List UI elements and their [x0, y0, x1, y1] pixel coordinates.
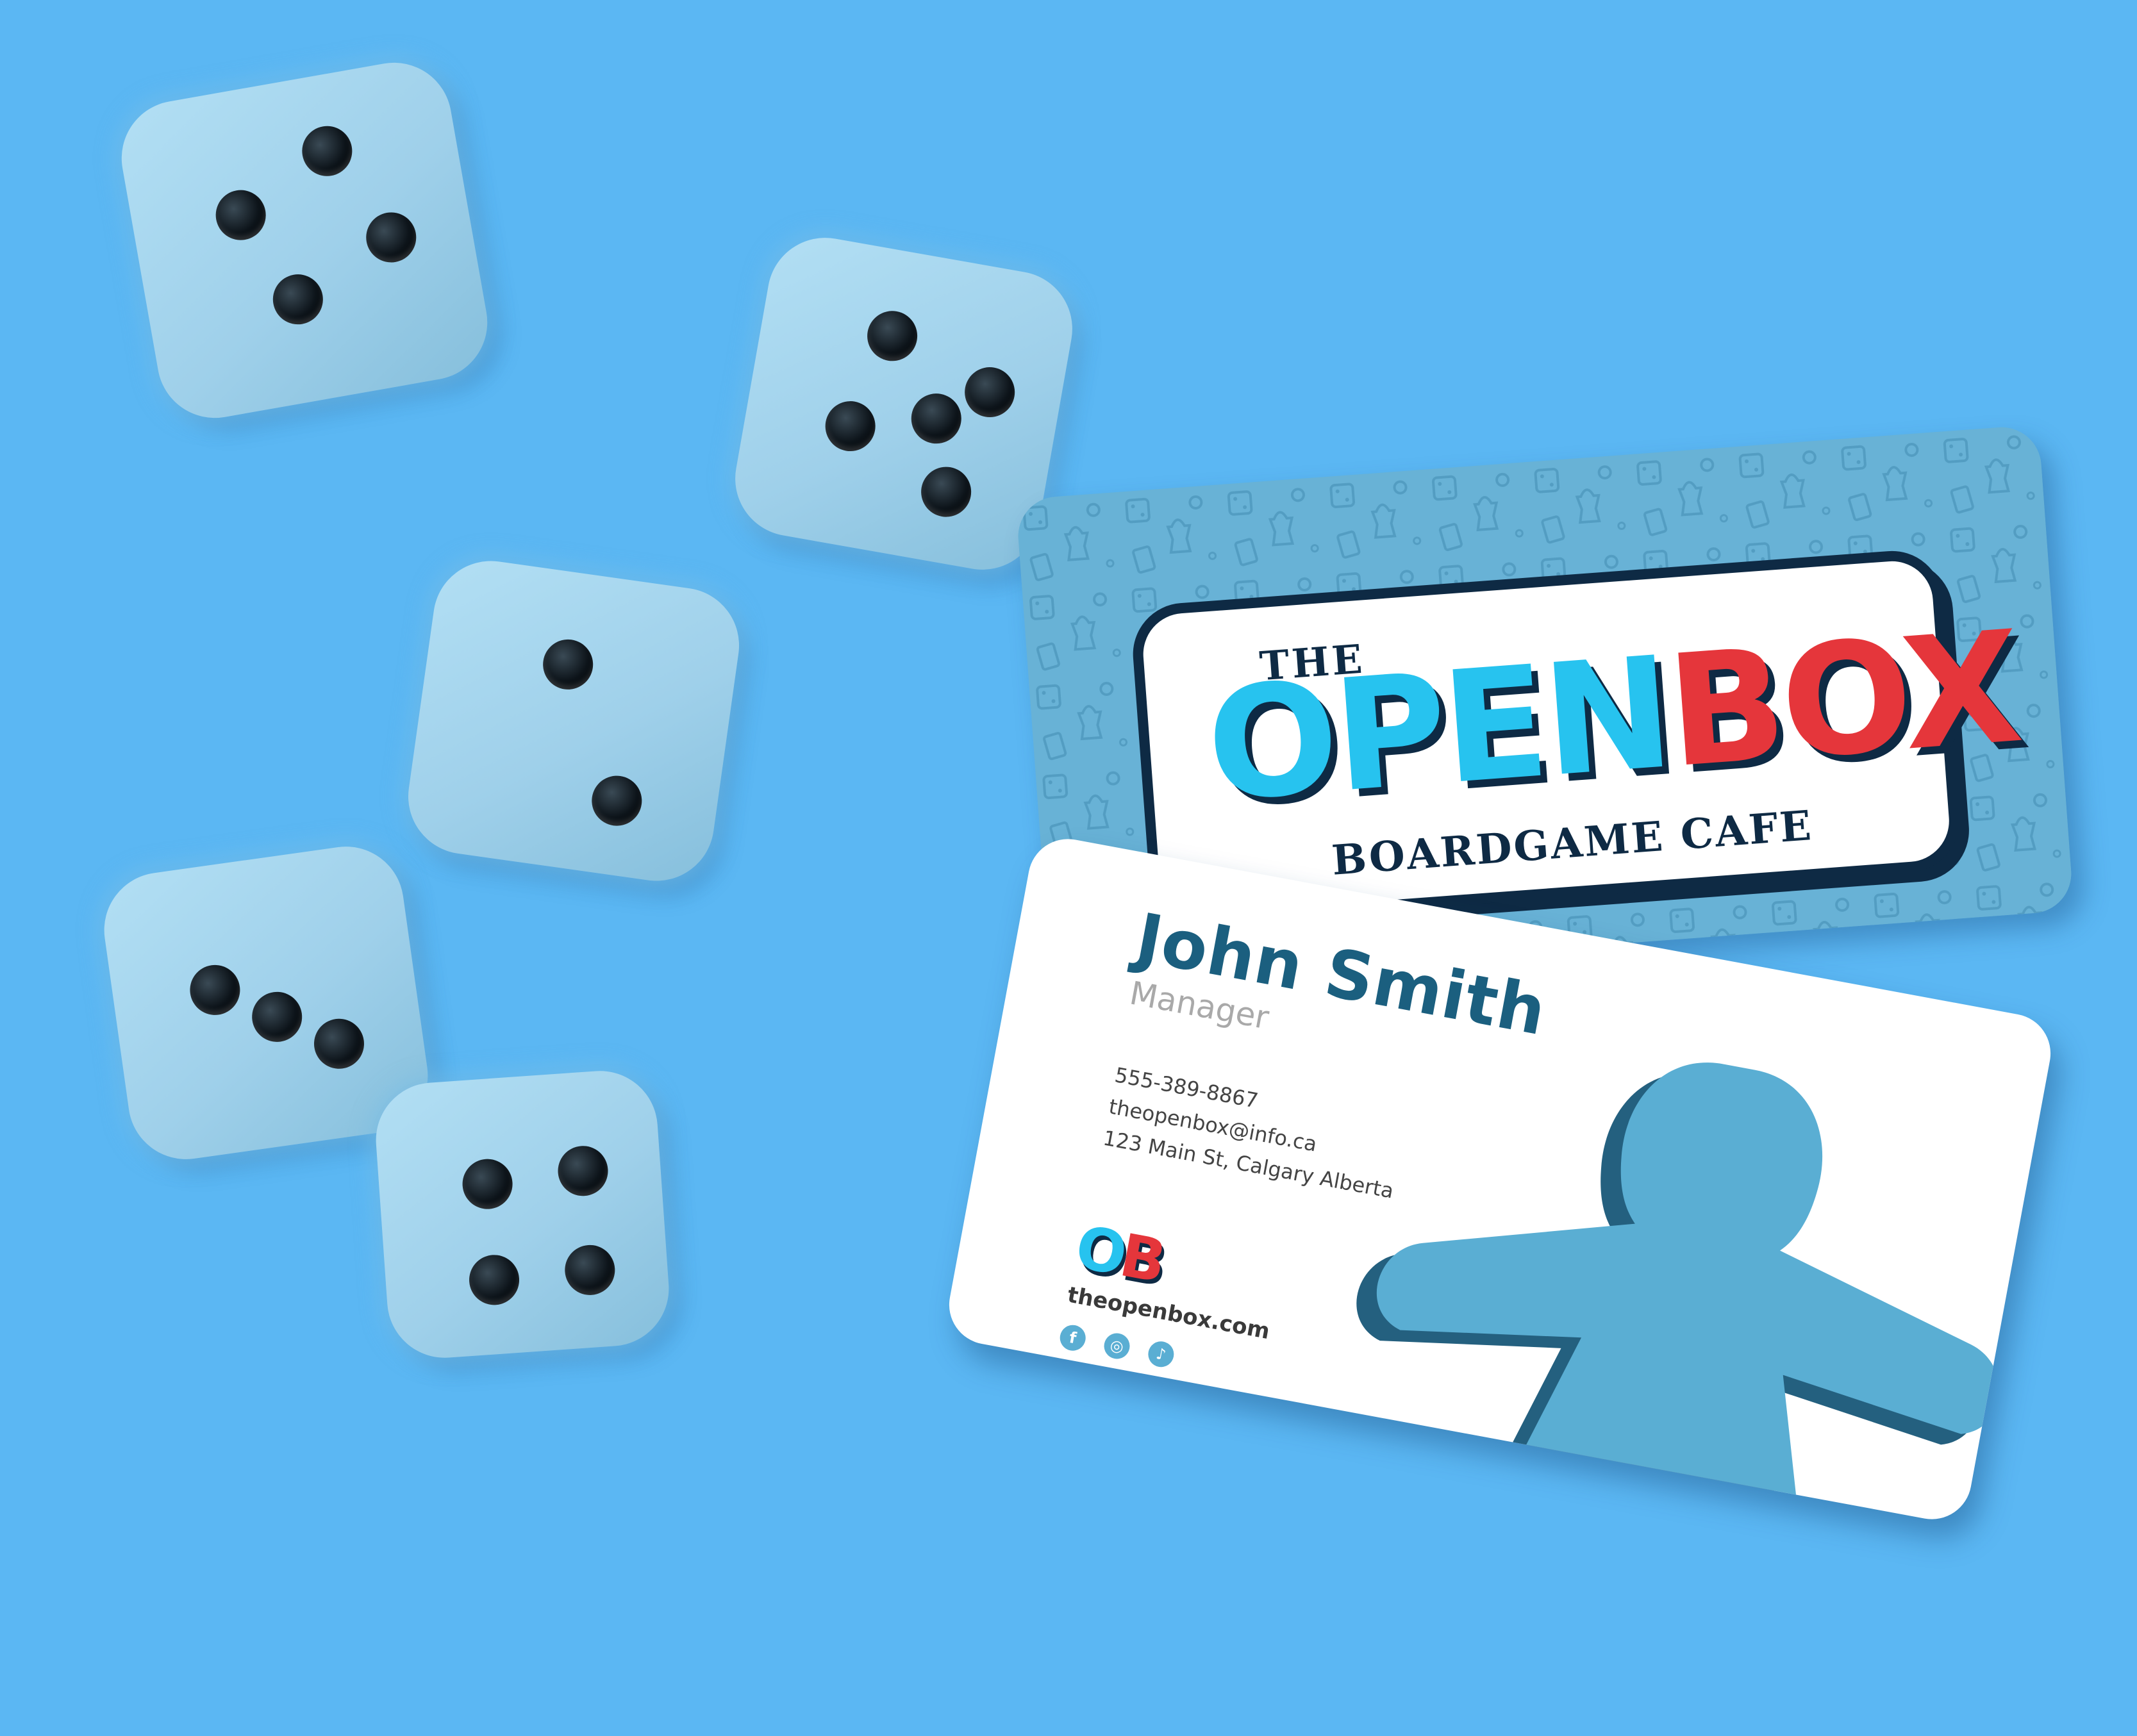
die-pip [269, 270, 328, 329]
die-pip [960, 363, 1019, 422]
die-pip [907, 389, 965, 448]
die-four-top-left [112, 53, 497, 427]
ob-logo: OB [1070, 1212, 1167, 1295]
die-pip [821, 397, 879, 456]
die-pip [362, 208, 420, 267]
logo-open-text: OPEN [1201, 623, 1676, 836]
facebook-icon: f [1058, 1323, 1088, 1353]
instagram-icon: ◎ [1102, 1331, 1132, 1361]
website-text: theopenbox.com [1065, 1282, 1272, 1345]
die-pip [563, 1243, 617, 1297]
meeple-figure [1356, 1062, 2000, 1526]
logo-box-text: BOX [1661, 597, 2024, 802]
photo-scene: THE OPENBOX BOARDGAME CAFE John Smith Ma… [0, 0, 2137, 1736]
die-pip [863, 307, 922, 365]
die-pip [556, 1144, 610, 1198]
die-pip [460, 1157, 515, 1211]
die-pip [467, 1253, 521, 1307]
tiktok-icon: ♪ [1146, 1339, 1176, 1369]
contact-name: John Smith [1130, 898, 1552, 1051]
die-pip [212, 186, 270, 244]
die-pip [298, 122, 356, 180]
die-pip [187, 961, 244, 1018]
die-pip [540, 636, 597, 693]
die-four-bottom [372, 1067, 673, 1362]
die-pip [917, 463, 976, 521]
die-pip [249, 988, 306, 1045]
die-pip [310, 1015, 368, 1072]
die-two-middle [401, 553, 747, 889]
die-pip [588, 772, 645, 829]
business-card-front: John Smith Manager 555-389-8867 theopenb… [942, 832, 2058, 1526]
logo-panel: THE OPENBOX BOARDGAME CAFE [1129, 547, 2024, 928]
